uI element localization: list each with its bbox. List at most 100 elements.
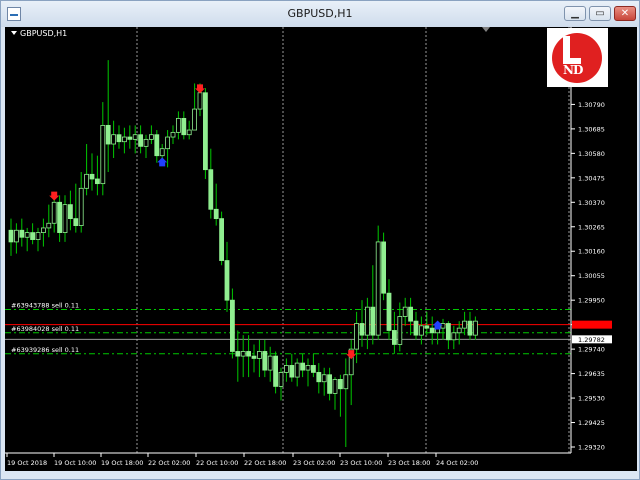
- candle-body: [30, 232, 36, 240]
- candle: [359, 300, 365, 347]
- candle: [224, 241, 230, 312]
- price-chart[interactable]: #63943788 sell 0.11 #63984028 sell 0.11 #6…: [5, 27, 637, 471]
- minimize-button[interactable]: ▁: [564, 6, 586, 21]
- candle: [327, 367, 333, 401]
- candle: [305, 358, 311, 387]
- candle: [391, 311, 397, 354]
- candle: [467, 311, 473, 340]
- chart-shift-marker[interactable]: [482, 27, 490, 32]
- candle: [229, 288, 235, 359]
- candle-body: [46, 222, 52, 229]
- candle: [235, 330, 241, 382]
- candle-body: [62, 204, 68, 233]
- candle-body: [332, 379, 338, 394]
- candle-body: [456, 327, 462, 334]
- candle-body: [251, 355, 257, 359]
- window-title: GBPUSD,H1: [287, 7, 353, 20]
- candle-body: [111, 134, 116, 145]
- candle-body: [262, 351, 268, 371]
- candle: [348, 339, 354, 406]
- candle: [46, 204, 52, 238]
- candle: [170, 125, 176, 145]
- price-label: 1.30685: [578, 125, 605, 133]
- candle-body: [100, 124, 106, 185]
- order-lines: #63943788 sell 0.11 #63984028 sell 0.11 #6…: [5, 301, 571, 355]
- candle-body: [143, 138, 149, 147]
- candle-body: [440, 323, 446, 329]
- candle-body: [175, 117, 181, 133]
- price-label: 1.30370: [578, 199, 605, 207]
- candle-body: [235, 351, 241, 357]
- candle: [127, 125, 133, 149]
- candle: [62, 195, 68, 242]
- candle-body: [116, 134, 122, 143]
- candle: [84, 144, 89, 196]
- candle: [24, 227, 30, 252]
- candle: [283, 358, 289, 382]
- candle: [262, 339, 268, 378]
- chart-canvas[interactable]: #63943788 sell 0.11 #63984028 sell 0.11 #6…: [5, 27, 637, 471]
- time-label: 19 Oct 10:00: [54, 459, 96, 467]
- price-label: 1.30580: [578, 150, 605, 158]
- candle: [100, 102, 106, 196]
- candle-body: [402, 306, 408, 317]
- time-axis[interactable]: 19 Oct 2018 19 Oct 10:00 19 Oct 18:00 22 Oc…: [6, 453, 478, 467]
- sell-arrow-icon: [195, 84, 205, 94]
- candle-body: [343, 374, 349, 390]
- close-button[interactable]: ✕: [614, 6, 636, 21]
- candle-body: [170, 131, 176, 138]
- candle: [105, 60, 111, 172]
- buy-arrow-icon: [157, 157, 168, 167]
- candle-body: [381, 241, 387, 294]
- logo-text: ND: [563, 63, 583, 77]
- candle: [451, 325, 457, 350]
- candle-body: [327, 374, 333, 394]
- maximize-button[interactable]: ▭: [589, 6, 611, 21]
- candle-body: [197, 92, 203, 110]
- candle: [408, 297, 414, 336]
- candle-body: [95, 178, 100, 185]
- price-axis[interactable]: 1.311051.310001.308951.307901.306851.305…: [571, 28, 612, 452]
- price-label: 1.30055: [578, 272, 605, 280]
- price-label: 1.29425: [578, 419, 605, 427]
- candle-body: [8, 229, 14, 243]
- candle: [472, 316, 478, 340]
- candle: [51, 195, 57, 233]
- price-label: 1.29635: [578, 370, 605, 378]
- time-label: 22 Oct 02:00: [148, 459, 190, 467]
- candle: [138, 125, 144, 154]
- candle-body: [208, 169, 214, 210]
- candle-body: [278, 372, 284, 387]
- candle: [35, 227, 41, 252]
- candle: [68, 190, 73, 231]
- axes: [5, 27, 572, 454]
- candle-body: [19, 229, 25, 238]
- title-bar[interactable]: GBPUSD,H1 ▁ ▭ ✕: [1, 1, 639, 27]
- candle: [186, 120, 192, 140]
- candle: [332, 377, 338, 410]
- candle-body: [41, 227, 46, 233]
- price-label: 1.30475: [578, 174, 605, 182]
- candle: [13, 223, 19, 254]
- candle-body: [321, 374, 327, 383]
- candle: [418, 316, 424, 345]
- sell-arrow-icon: [49, 191, 60, 201]
- candle-body: [256, 351, 262, 359]
- candle-body: [451, 332, 457, 341]
- candle-body: [154, 134, 160, 157]
- chart-window: GBPUSD,H1 ▁ ▭ ✕ #63943788 sell 0.11 #6398…: [0, 0, 640, 480]
- candle-body: [418, 325, 424, 336]
- candle: [375, 225, 381, 340]
- candle: [73, 183, 79, 233]
- candle: [337, 374, 343, 417]
- candle-body: [467, 320, 473, 336]
- nd-logo: ND: [547, 28, 608, 87]
- candle-body: [359, 323, 365, 336]
- candle: [246, 335, 252, 378]
- order-label: #63939286 sell 0.11: [11, 346, 79, 354]
- candle: [256, 339, 262, 378]
- candle-body: [240, 351, 246, 357]
- candle: [181, 111, 187, 140]
- candle: [278, 367, 284, 401]
- candle: [300, 353, 306, 378]
